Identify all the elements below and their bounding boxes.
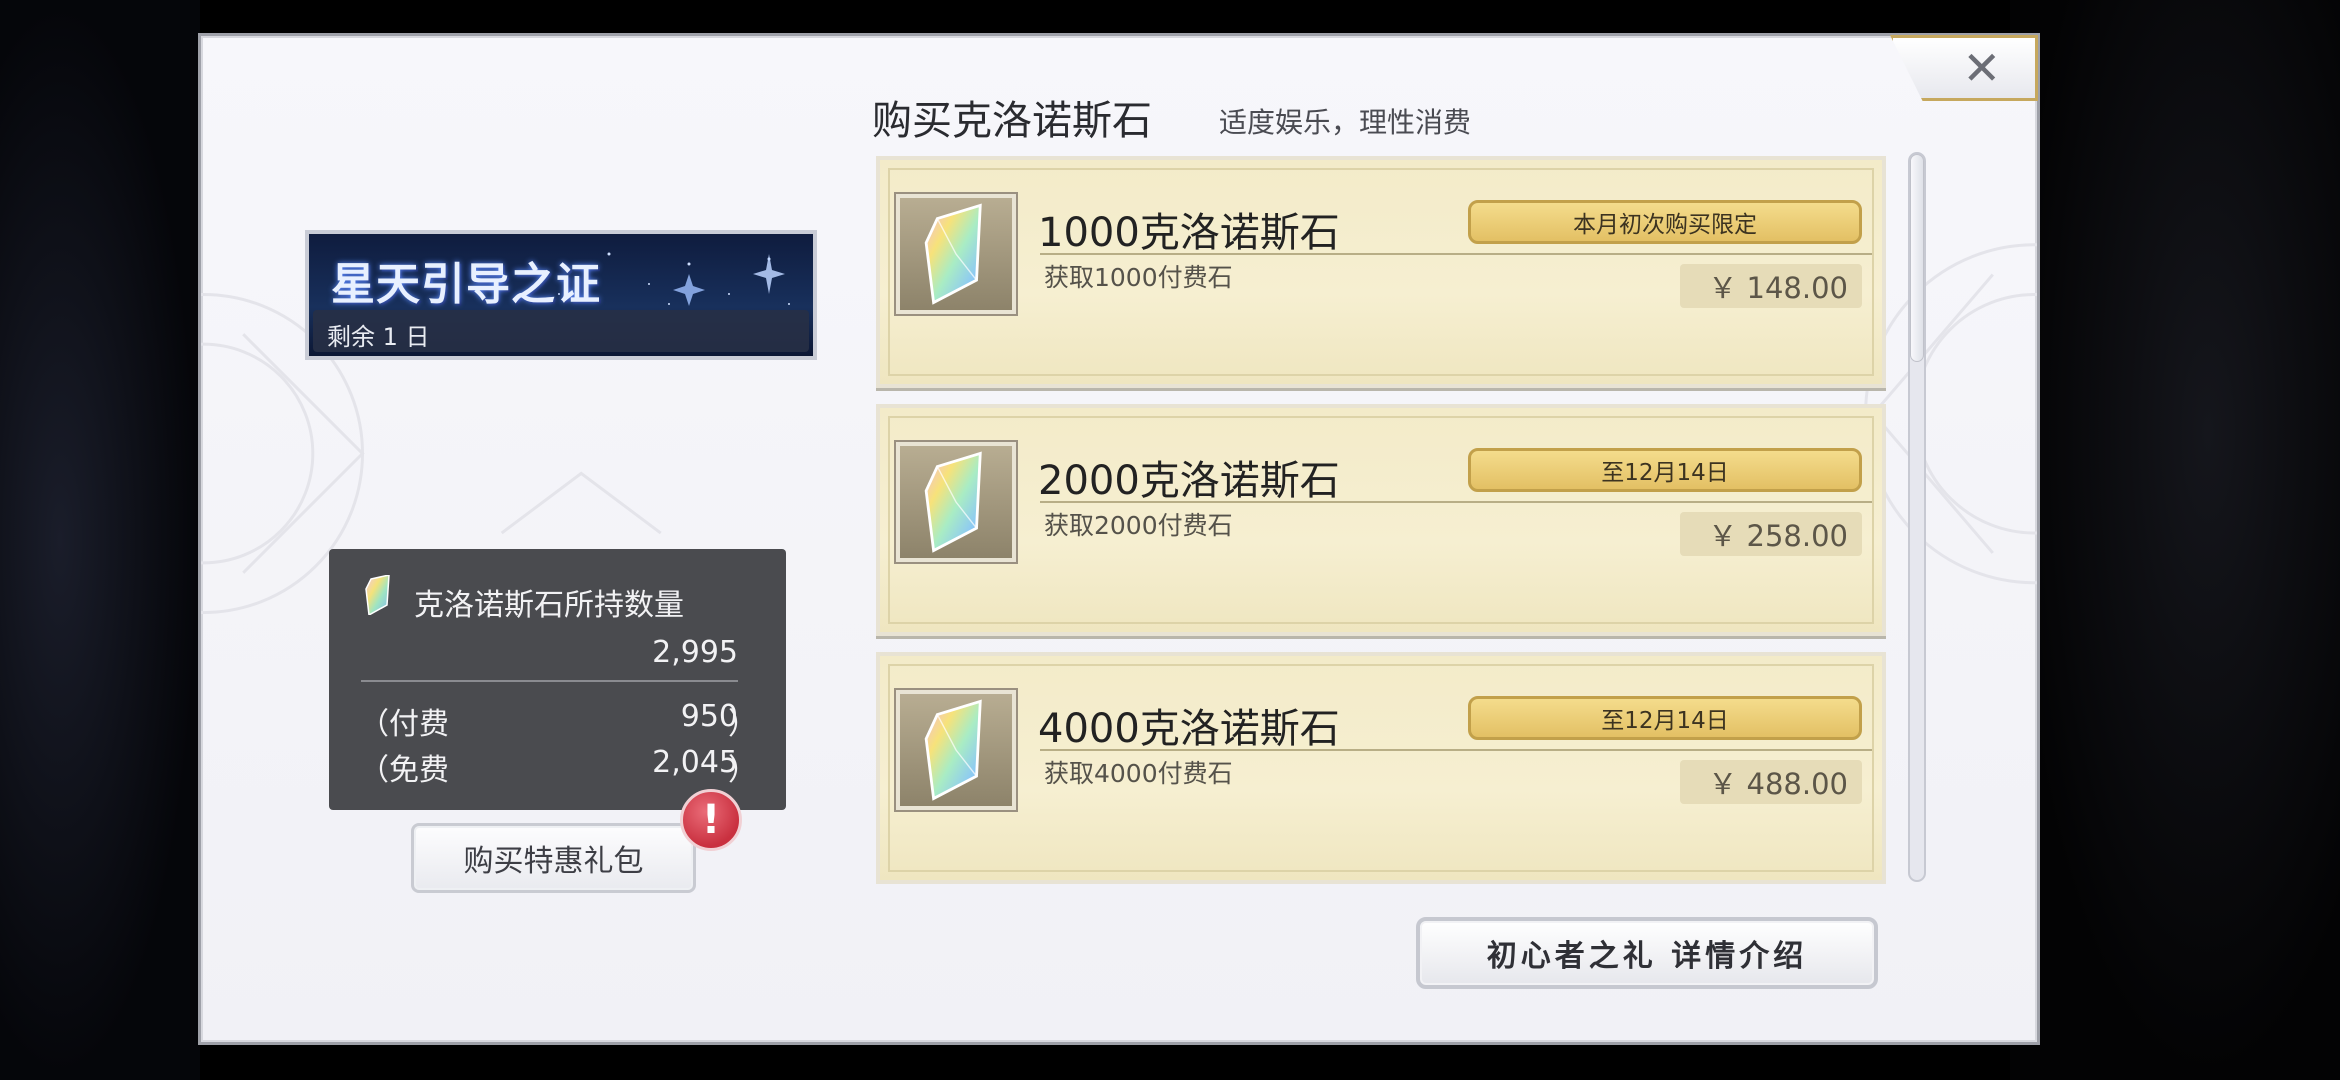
card-divider xyxy=(1040,749,1872,751)
product-list-scrollbar[interactable] xyxy=(1908,152,1926,882)
beginner-gift-details-button[interactable]: 初心者之礼 详情介绍 xyxy=(1416,917,1878,989)
free-label: （免费 xyxy=(359,753,449,788)
product-name: 4000克洛诺斯石 xyxy=(1038,706,1340,752)
card-divider xyxy=(1040,501,1872,503)
product-tag-badge: 本月初次购买限定 xyxy=(1468,200,1862,244)
alert-badge-icon: ! xyxy=(680,789,742,851)
product-description: 获取4000付费石 xyxy=(1044,759,1233,788)
product-card[interactable]: 1000克洛诺斯石 获取1000付费石 本月初次购买限定 ￥ 148.00 xyxy=(876,156,1886,388)
holdings-divider xyxy=(361,680,738,682)
crystal-icon xyxy=(365,575,390,615)
product-card[interactable]: 4000克洛诺斯石 获取4000付费石 至12月14日 ￥ 488.00 xyxy=(876,652,1886,884)
crystal-icon xyxy=(896,194,1016,314)
free-value: 2,045 xyxy=(652,745,738,780)
product-list[interactable]: 1000克洛诺斯石 获取1000付费石 本月初次购买限定 ￥ 148.00 20… xyxy=(876,156,1888,884)
product-price: ￥ 258.00 xyxy=(1680,512,1862,556)
scrollbar-thumb[interactable] xyxy=(1910,154,1924,362)
product-tag-badge: 至12月14日 xyxy=(1468,696,1862,740)
page-subtitle: 适度娱乐，理性消费 xyxy=(1219,106,1472,139)
product-name: 1000克洛诺斯石 xyxy=(1038,210,1340,256)
buy-gift-pack-button[interactable]: 购买特惠礼包 xyxy=(411,823,696,893)
paid-label: （付费 xyxy=(359,707,449,742)
holdings-box: 克洛诺斯石所持数量 2,995 （付费 950 ） （免费 2,045 ） xyxy=(329,549,786,810)
close-icon: ✕ xyxy=(1962,41,2001,95)
page-title: 购买克洛诺斯石 xyxy=(872,98,1152,144)
banner-title: 星天引导之证 xyxy=(331,259,601,310)
crystal-icon xyxy=(896,690,1016,810)
crystal-icon xyxy=(896,442,1016,562)
holdings-title: 克洛诺斯石所持数量 xyxy=(414,588,684,623)
paid-close-paren: ） xyxy=(728,707,758,742)
holdings-total: 2,995 xyxy=(652,635,738,670)
background-right xyxy=(2010,0,2340,1080)
product-card[interactable]: 2000克洛诺斯石 获取2000付费石 至12月14日 ￥ 258.00 xyxy=(876,404,1886,636)
banner-remaining-days: 剩余 1 日 xyxy=(327,323,430,351)
product-name: 2000克洛诺斯石 xyxy=(1038,458,1340,504)
banner-footer: 剩余 1 日 xyxy=(313,310,809,352)
event-banner[interactable]: 星天引导之证 剩余 1 日 xyxy=(305,230,817,360)
free-close-paren: ） xyxy=(728,753,758,788)
background-left xyxy=(0,0,200,1080)
product-price: ￥ 488.00 xyxy=(1680,760,1862,804)
product-description: 获取2000付费石 xyxy=(1044,511,1233,540)
card-divider xyxy=(1040,253,1872,255)
product-description: 获取1000付费石 xyxy=(1044,263,1233,292)
product-price: ￥ 148.00 xyxy=(1680,264,1862,308)
product-tag-badge: 至12月14日 xyxy=(1468,448,1862,492)
